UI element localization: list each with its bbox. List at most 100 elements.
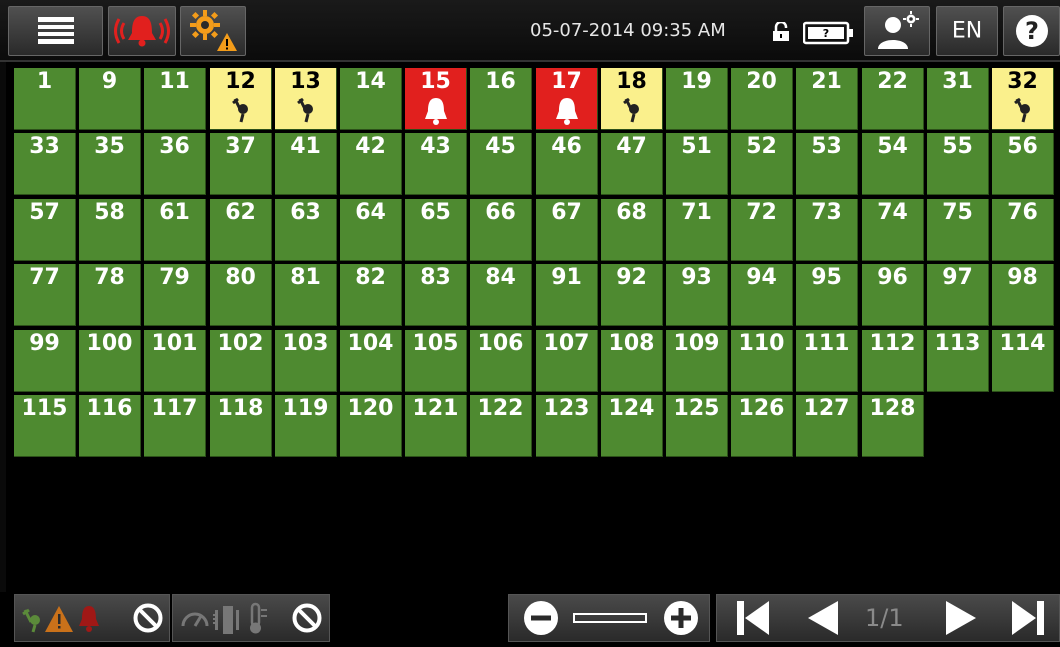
channel-tile-63[interactable]: 63 (275, 199, 337, 261)
previous-page-button[interactable] (791, 595, 855, 641)
channel-tile-119[interactable]: 119 (275, 395, 337, 457)
channel-tile-92[interactable]: 92 (601, 264, 663, 326)
channel-tile-117[interactable]: 117 (144, 395, 206, 457)
channel-tile-73[interactable]: 73 (796, 199, 858, 261)
channel-tile-110[interactable]: 110 (731, 330, 793, 392)
channel-tile-128[interactable]: 128 (862, 395, 924, 457)
channel-tile-96[interactable]: 96 (862, 264, 924, 326)
channel-tile-31[interactable]: 31 (927, 68, 989, 130)
channel-tile-65[interactable]: 65 (405, 199, 467, 261)
next-page-button[interactable] (929, 595, 993, 641)
channel-tile-99[interactable]: 99 (14, 330, 76, 392)
channel-tile-72[interactable]: 72 (731, 199, 793, 261)
alarm-button[interactable] (108, 6, 176, 56)
help-button[interactable]: ? (1003, 6, 1060, 56)
channel-tile-33[interactable]: 33 (14, 133, 76, 195)
channel-tile-101[interactable]: 101 (144, 330, 206, 392)
channel-tile-42[interactable]: 42 (340, 133, 402, 195)
status-filter-toggle[interactable] (15, 595, 127, 641)
channel-tile-12[interactable]: 12 (210, 68, 272, 130)
channel-tile-15[interactable]: 15 (405, 68, 467, 130)
zoom-out-button[interactable] (513, 595, 569, 641)
channel-tile-79[interactable]: 79 (144, 264, 206, 326)
channel-tile-74[interactable]: 74 (862, 199, 924, 261)
channel-tile-55[interactable]: 55 (927, 133, 989, 195)
channel-tile-75[interactable]: 75 (927, 199, 989, 261)
channel-tile-104[interactable]: 104 (340, 330, 402, 392)
channel-tile-78[interactable]: 78 (79, 264, 141, 326)
channel-tile-94[interactable]: 94 (731, 264, 793, 326)
channel-tile-53[interactable]: 53 (796, 133, 858, 195)
language-button[interactable]: EN (936, 6, 998, 56)
channel-tile-111[interactable]: 111 (796, 330, 858, 392)
channel-tile-82[interactable]: 82 (340, 264, 402, 326)
channel-tile-11[interactable]: 11 (144, 68, 206, 130)
channel-tile-32[interactable]: 32 (992, 68, 1054, 130)
channel-tile-54[interactable]: 54 (862, 133, 924, 195)
channel-tile-71[interactable]: 71 (666, 199, 728, 261)
channel-tile-57[interactable]: 57 (14, 199, 76, 261)
channel-tile-107[interactable]: 107 (536, 330, 598, 392)
channel-tile-100[interactable]: 100 (79, 330, 141, 392)
channel-tile-77[interactable]: 77 (14, 264, 76, 326)
channel-tile-80[interactable]: 80 (210, 264, 272, 326)
channel-tile-22[interactable]: 22 (862, 68, 924, 130)
channel-tile-102[interactable]: 102 (210, 330, 272, 392)
channel-tile-98[interactable]: 98 (992, 264, 1054, 326)
channel-tile-45[interactable]: 45 (470, 133, 532, 195)
channel-tile-127[interactable]: 127 (796, 395, 858, 457)
channel-tile-52[interactable]: 52 (731, 133, 793, 195)
channel-tile-66[interactable]: 66 (470, 199, 532, 261)
channel-tile-51[interactable]: 51 (666, 133, 728, 195)
channel-tile-121[interactable]: 121 (405, 395, 467, 457)
channel-tile-21[interactable]: 21 (796, 68, 858, 130)
channel-tile-115[interactable]: 115 (14, 395, 76, 457)
channel-tile-13[interactable]: 13 (275, 68, 337, 130)
menu-button[interactable] (8, 6, 103, 56)
zoom-slider[interactable] (571, 595, 649, 641)
channel-tile-9[interactable]: 9 (79, 68, 141, 130)
channel-tile-67[interactable]: 67 (536, 199, 598, 261)
channel-tile-112[interactable]: 112 (862, 330, 924, 392)
channel-tile-105[interactable]: 105 (405, 330, 467, 392)
first-page-button[interactable] (721, 595, 785, 641)
channel-tile-76[interactable]: 76 (992, 199, 1054, 261)
settings-warning-button[interactable] (180, 6, 246, 56)
channel-tile-36[interactable]: 36 (144, 133, 206, 195)
channel-tile-93[interactable]: 93 (666, 264, 728, 326)
channel-tile-126[interactable]: 126 (731, 395, 793, 457)
channel-tile-124[interactable]: 124 (601, 395, 663, 457)
channel-tile-91[interactable]: 91 (536, 264, 598, 326)
channel-tile-125[interactable]: 125 (666, 395, 728, 457)
channel-tile-116[interactable]: 116 (79, 395, 141, 457)
channel-tile-20[interactable]: 20 (731, 68, 793, 130)
channel-tile-120[interactable]: 120 (340, 395, 402, 457)
channel-tile-64[interactable]: 64 (340, 199, 402, 261)
last-page-button[interactable] (999, 595, 1057, 641)
channel-tile-56[interactable]: 56 (992, 133, 1054, 195)
channel-tile-62[interactable]: 62 (210, 199, 272, 261)
channel-tile-103[interactable]: 103 (275, 330, 337, 392)
channel-tile-17[interactable]: 17 (536, 68, 598, 130)
channel-tile-18[interactable]: 18 (601, 68, 663, 130)
zoom-in-button[interactable] (653, 595, 709, 641)
channel-tile-19[interactable]: 19 (666, 68, 728, 130)
channel-tile-46[interactable]: 46 (536, 133, 598, 195)
channel-tile-43[interactable]: 43 (405, 133, 467, 195)
channel-tile-95[interactable]: 95 (796, 264, 858, 326)
channel-tile-47[interactable]: 47 (601, 133, 663, 195)
channel-tile-37[interactable]: 37 (210, 133, 272, 195)
channel-tile-118[interactable]: 118 (210, 395, 272, 457)
channel-tile-81[interactable]: 81 (275, 264, 337, 326)
channel-tile-58[interactable]: 58 (79, 199, 141, 261)
channel-tile-83[interactable]: 83 (405, 264, 467, 326)
channel-tile-106[interactable]: 106 (470, 330, 532, 392)
sensor-filter-toggle[interactable] (173, 595, 285, 641)
channel-tile-16[interactable]: 16 (470, 68, 532, 130)
channel-tile-97[interactable]: 97 (927, 264, 989, 326)
channel-tile-84[interactable]: 84 (470, 264, 532, 326)
channel-tile-113[interactable]: 113 (927, 330, 989, 392)
channel-tile-41[interactable]: 41 (275, 133, 337, 195)
sensor-filter-clear-button[interactable] (285, 595, 329, 641)
channel-tile-14[interactable]: 14 (340, 68, 402, 130)
